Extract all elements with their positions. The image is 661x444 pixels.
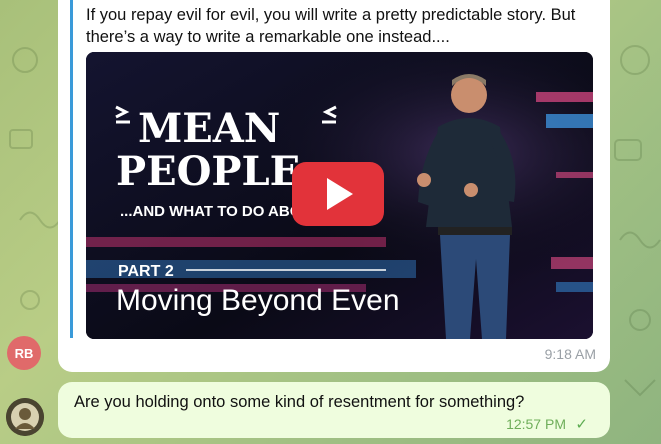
message-text: Are you holding onto some kind of resent… [74,393,525,411]
play-icon[interactable] [292,162,384,226]
preview-title-line2: PEOPLE [116,148,300,195]
video-preview[interactable]: MEAN PEOPLE ...AND WHAT TO DO ABOUT THEM… [86,52,593,339]
checkmark-icon: ✓ [575,416,588,433]
preview-part-label: PART 2 [118,263,174,280]
user-avatar[interactable] [6,398,44,436]
preview-title-line1: MEAN [138,105,280,152]
message-time: 9:18 AM [544,346,596,362]
link-preview-accent-bar [70,0,73,338]
video-thumbnail: MEAN PEOPLE ...AND WHAT TO DO ABOUT THEM… [86,52,593,339]
sender-avatar[interactable]: RB [7,336,41,370]
message-text: If you repay evil for evil, you will wri… [86,6,576,46]
message-time: 12:57 PM [506,416,566,432]
preview-episode-title: Moving Beyond Even [116,284,400,317]
